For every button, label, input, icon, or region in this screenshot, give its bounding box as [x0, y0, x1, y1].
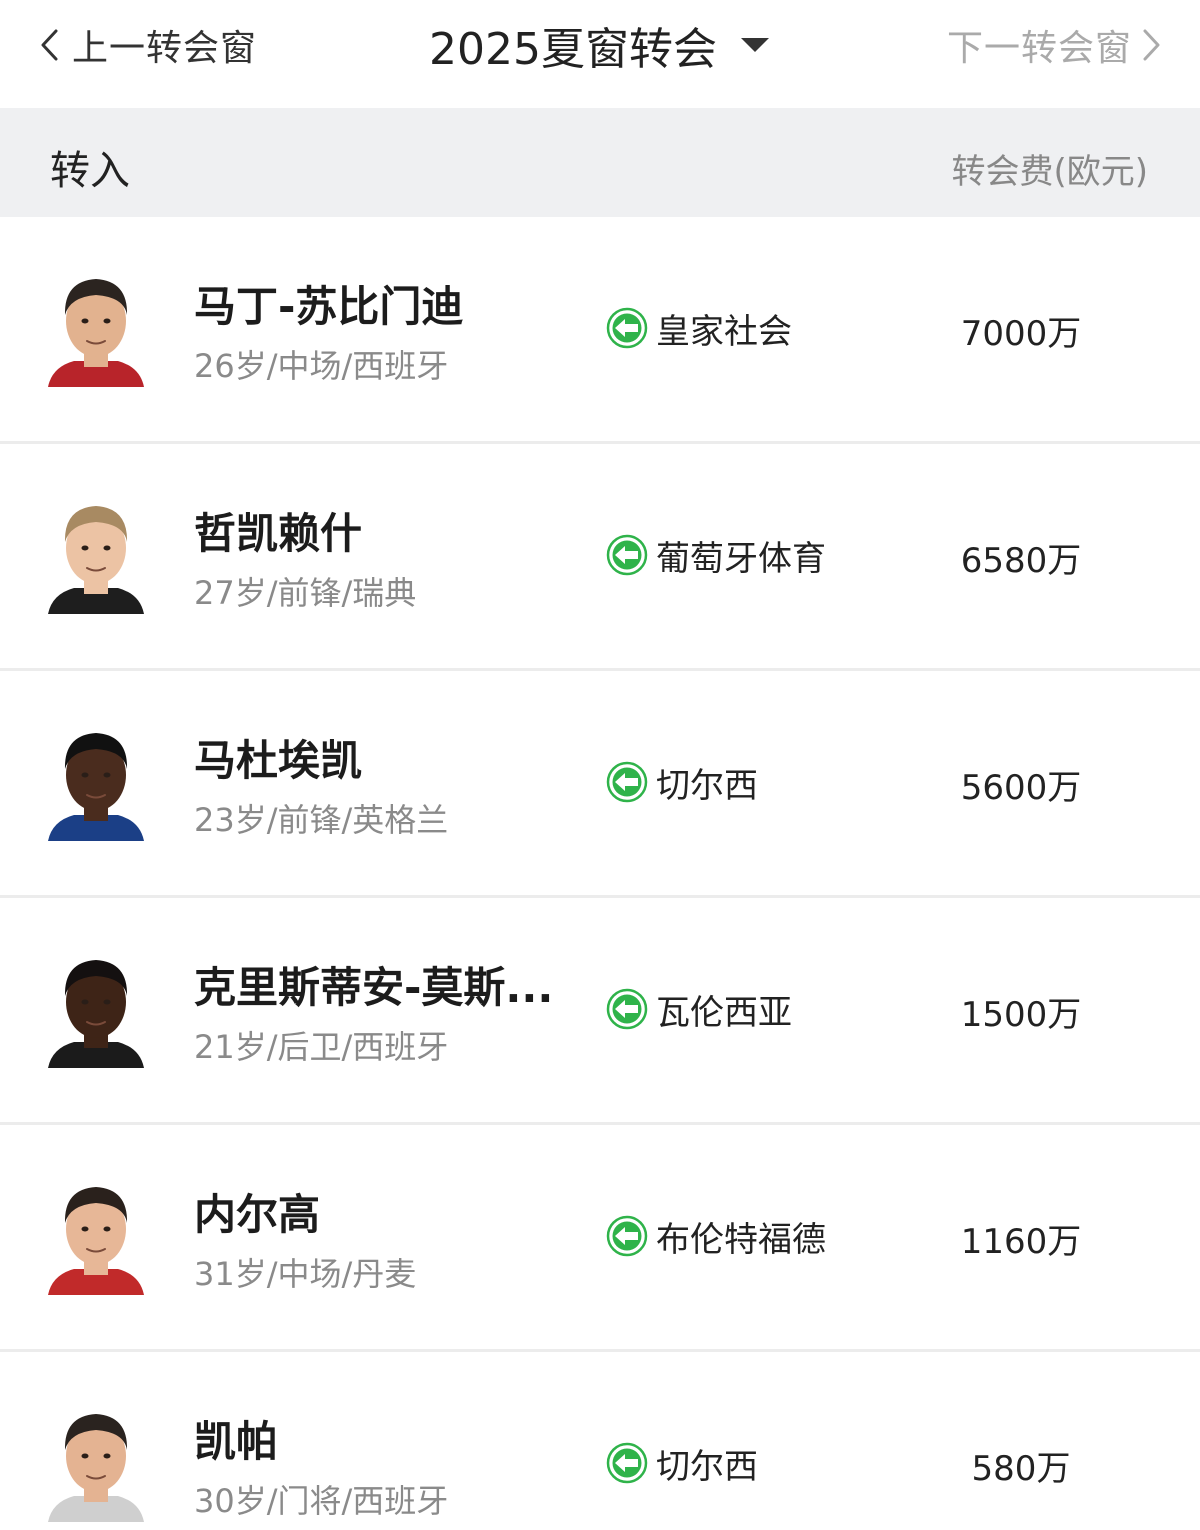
player-name: 哲凯赖什 — [194, 509, 363, 558]
next-window-button[interactable]: 下一转会窗 — [947, 20, 1162, 70]
transfer-fee: 1160万 — [960, 1222, 1082, 1262]
chevron-right-icon — [1132, 20, 1162, 70]
player-avatar — [44, 952, 148, 1068]
player-info: 30岁/门将/西班牙 — [194, 1482, 449, 1520]
player-name: 凯帕 — [194, 1417, 279, 1466]
incoming-arrow-icon — [606, 1215, 648, 1257]
transfer-fee: 5600万 — [960, 768, 1082, 808]
player-avatar — [44, 1406, 148, 1522]
player-name: 内尔高 — [194, 1190, 321, 1239]
from-club: 瓦伦西亚 — [606, 986, 792, 1033]
from-club: 布伦特福德 — [606, 1213, 826, 1260]
player-row[interactable]: 马丁-苏比门迪 26岁/中场/西班牙 皇家社会 7000万 — [0, 217, 1200, 444]
incoming-arrow-icon — [606, 988, 648, 1030]
club-name: 瓦伦西亚 — [656, 992, 792, 1033]
player-info: 26岁/中场/西班牙 — [194, 347, 449, 385]
incoming-arrow-icon — [606, 1442, 648, 1484]
from-club: 葡萄牙体育 — [606, 532, 826, 579]
club-name: 切尔西 — [656, 765, 758, 806]
player-info: 31岁/中场/丹麦 — [194, 1255, 417, 1293]
window-title: 2025夏窗转会 — [429, 24, 717, 75]
player-info: 27岁/前锋/瑞典 — [194, 574, 417, 612]
section-header: 转入 转会费(欧元) — [0, 108, 1200, 217]
player-avatar — [44, 1179, 148, 1295]
player-row[interactable]: 内尔高 31岁/中场/丹麦 布伦特福德 1160万 — [0, 1125, 1200, 1352]
player-name: 马杜埃凯 — [194, 736, 363, 785]
club-name: 葡萄牙体育 — [656, 538, 826, 579]
transfer-fee: 580万 — [971, 1449, 1071, 1489]
from-club: 皇家社会 — [606, 305, 792, 352]
transfer-fee: 6580万 — [960, 541, 1082, 581]
incoming-arrow-icon — [606, 761, 648, 803]
player-avatar — [44, 271, 148, 387]
transfer-list: 马丁-苏比门迪 26岁/中场/西班牙 皇家社会 7000万哲凯赖什 27岁/前锋/瑞典 葡… — [0, 217, 1200, 1530]
player-avatar — [44, 725, 148, 841]
top-nav: 上一转会窗 2025夏窗转会 下一转会窗 — [0, 0, 1200, 108]
player-info: 21岁/后卫/西班牙 — [194, 1028, 449, 1066]
player-name: 克里斯蒂安-莫斯... — [194, 963, 554, 1012]
club-name: 布伦特福德 — [656, 1219, 826, 1260]
from-club: 切尔西 — [606, 1440, 758, 1487]
from-club: 切尔西 — [606, 759, 758, 806]
player-info: 23岁/前锋/英格兰 — [194, 801, 449, 839]
player-row[interactable]: 克里斯蒂安-莫斯... 21岁/后卫/西班牙 瓦伦西亚 1500万 — [0, 898, 1200, 1125]
fee-column-header: 转会费(欧元) — [951, 152, 1148, 192]
section-title: 转入 — [50, 148, 130, 194]
player-row[interactable]: 马杜埃凯 23岁/前锋/英格兰 切尔西 5600万 — [0, 671, 1200, 898]
incoming-arrow-icon — [606, 307, 648, 349]
club-name: 切尔西 — [656, 1446, 758, 1487]
player-row[interactable]: 哲凯赖什 27岁/前锋/瑞典 葡萄牙体育 6580万 — [0, 444, 1200, 671]
transfer-fee: 1500万 — [960, 995, 1082, 1035]
player-avatar — [44, 498, 148, 614]
incoming-arrow-icon — [606, 534, 648, 576]
transfer-fee: 7000万 — [960, 314, 1082, 354]
caret-down-icon — [731, 18, 771, 72]
player-name: 马丁-苏比门迪 — [194, 282, 464, 331]
player-row[interactable]: 凯帕 30岁/门将/西班牙 切尔西 580万 — [0, 1352, 1200, 1530]
club-name: 皇家社会 — [656, 311, 792, 352]
next-window-label: 下一转会窗 — [946, 28, 1132, 69]
